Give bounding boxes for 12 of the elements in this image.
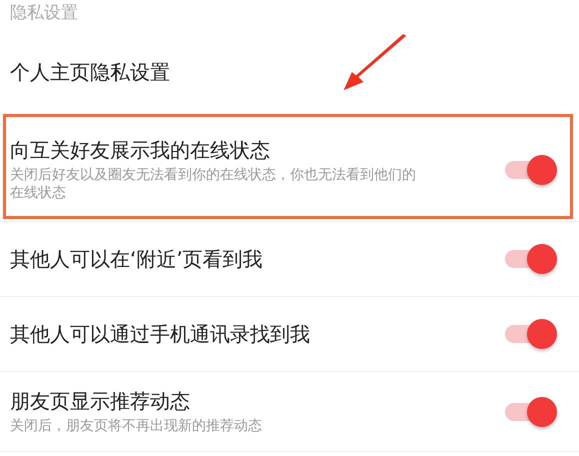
toggle-switch[interactable]	[505, 154, 557, 184]
setting-title: 个人主页隐私设置	[10, 59, 171, 85]
setting-title: 朋友页显示推荐动态	[10, 388, 191, 414]
toggle-switch[interactable]	[505, 396, 557, 426]
setting-title: 其他人可以通过手机通讯录找到我	[10, 321, 311, 347]
setting-description: 关闭后，朋友页将不再出现新的推荐动态	[10, 417, 263, 435]
setting-description: 关闭后好友以及圈友无法看到你的在线状态，你也无法看到他们的在线状态	[10, 166, 417, 202]
setting-title: 向互关好友展示我的在线状态	[10, 137, 271, 163]
toggle-switch[interactable]	[505, 319, 557, 349]
toggle-switch[interactable]	[505, 244, 557, 274]
section-title: 隐私设置	[9, 2, 79, 25]
setting-title: 其他人可以在‘附近’页看到我	[10, 246, 264, 272]
